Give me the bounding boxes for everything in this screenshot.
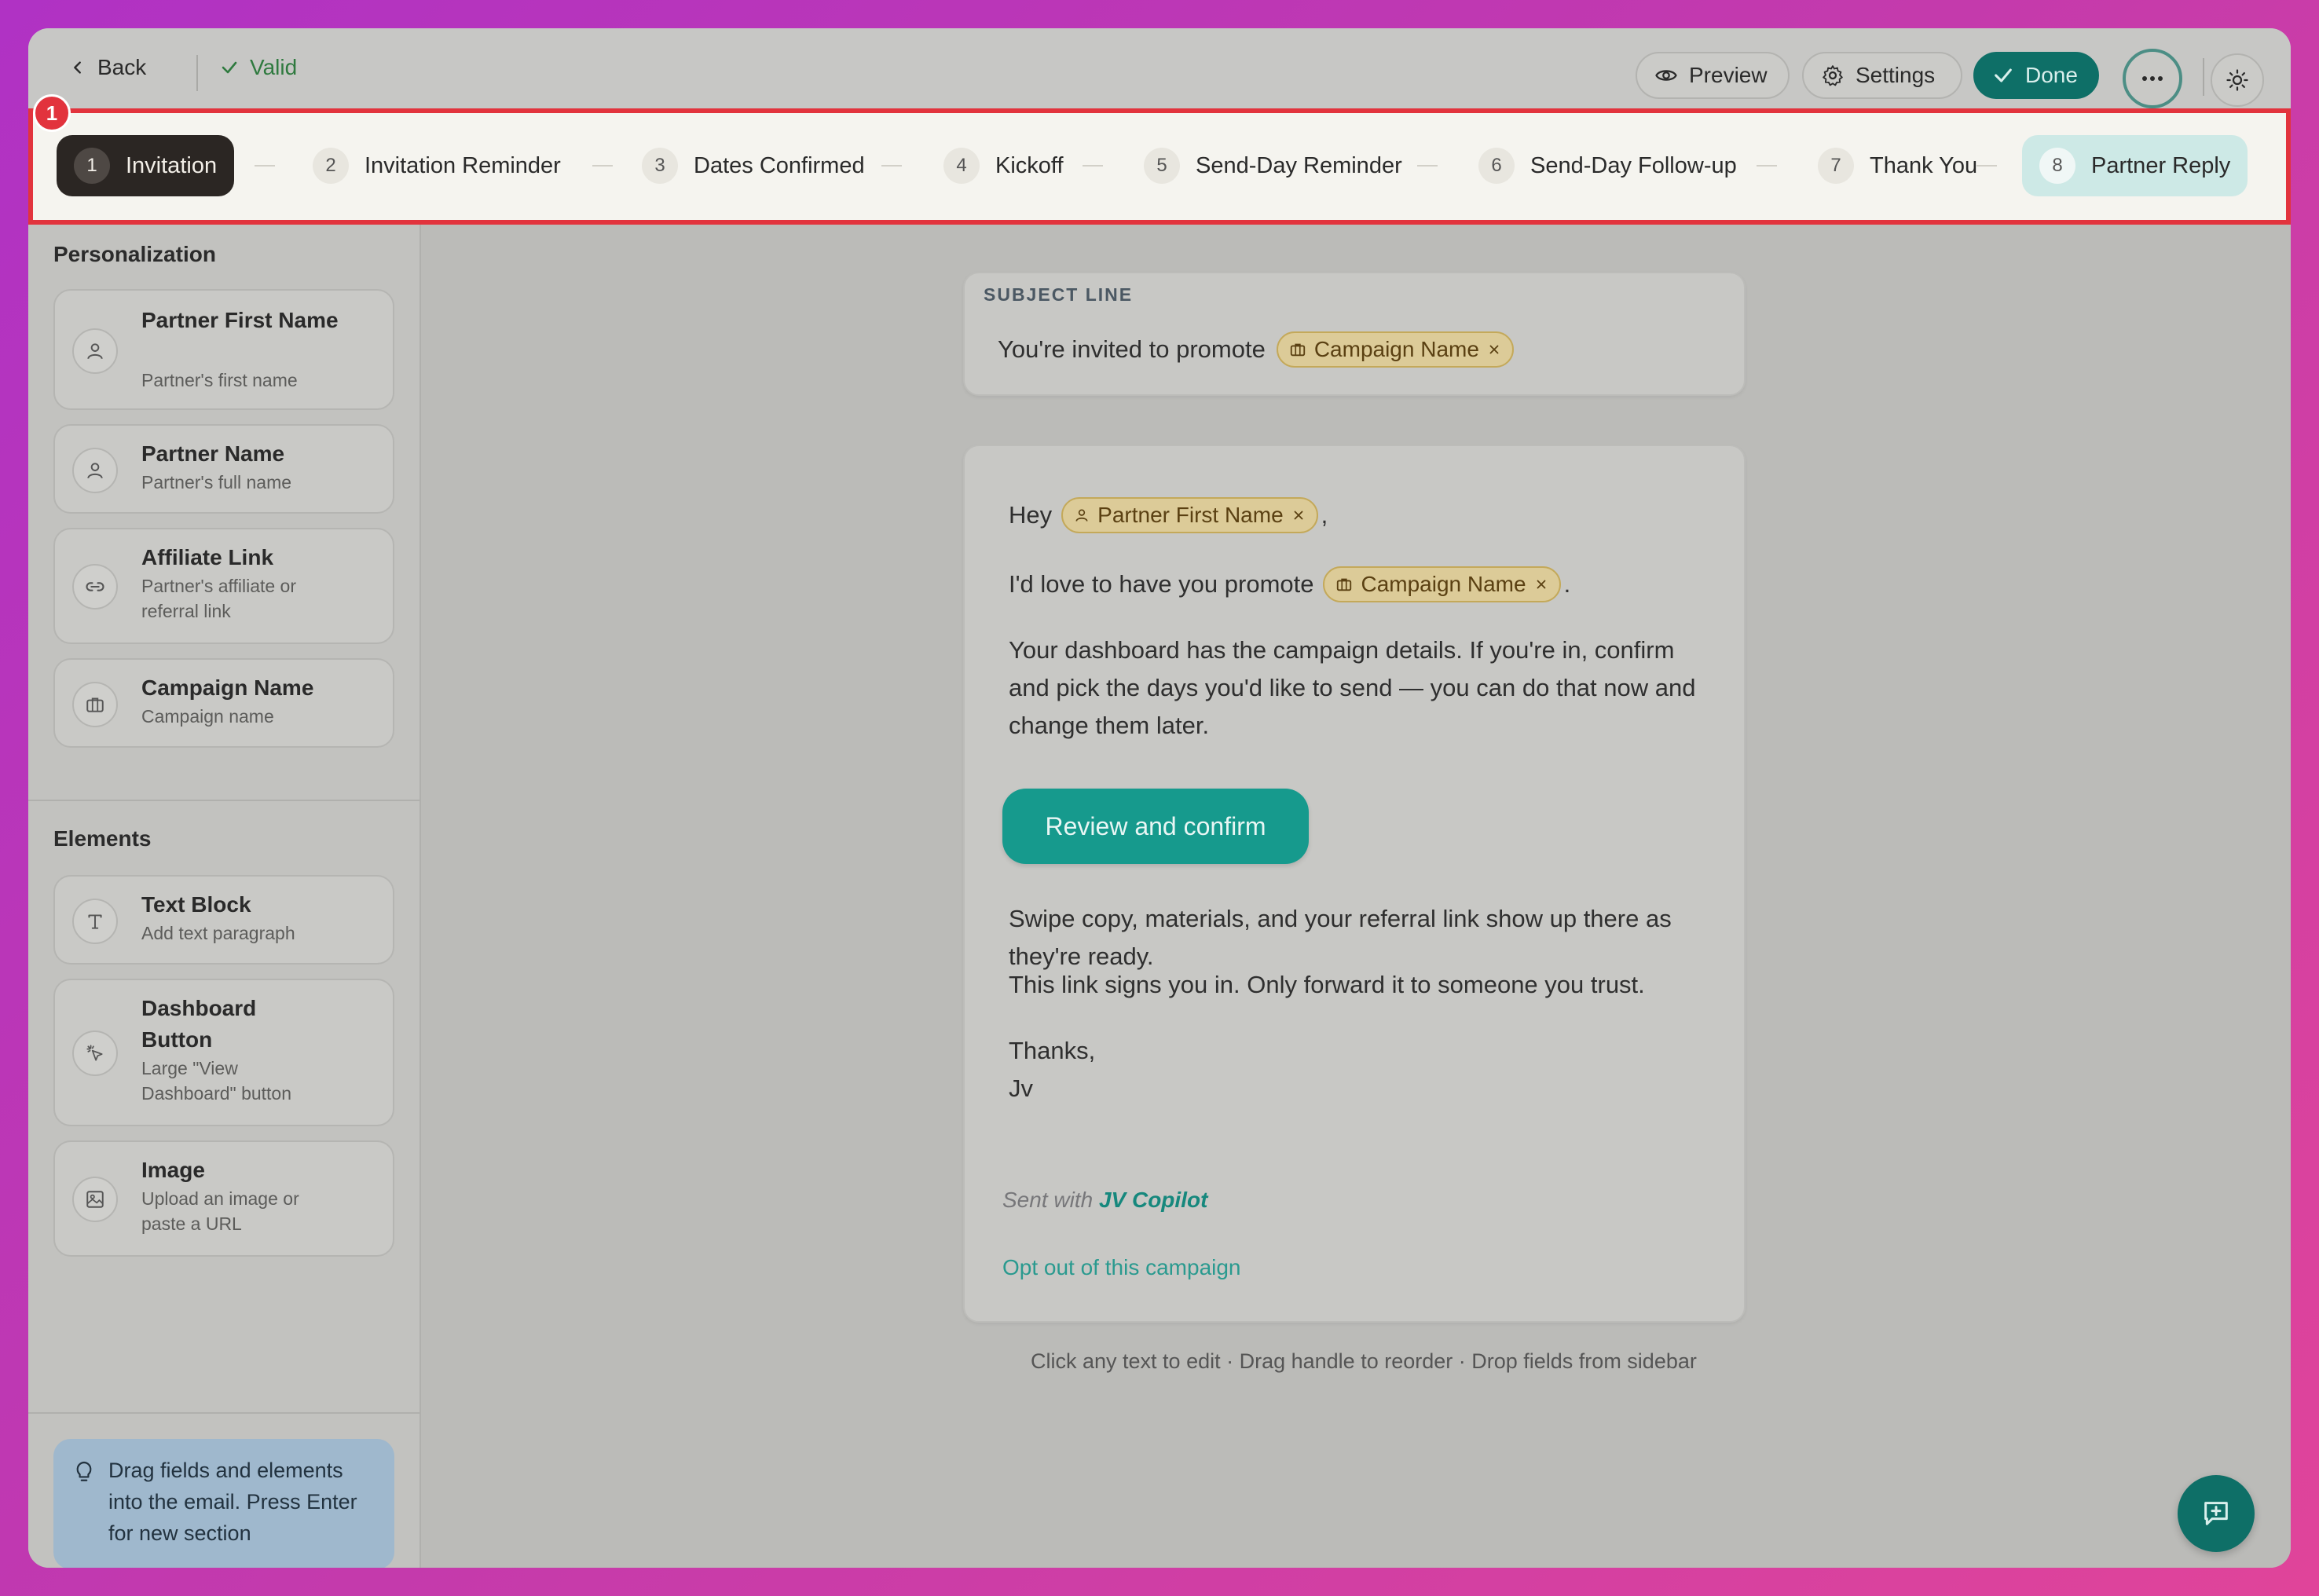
swipe-copy-paragraph[interactable]: Swipe copy, materials, and your referral… [1009,900,1700,976]
field-title: Partner First Name [141,308,339,332]
divider [2203,58,2204,96]
back-label: Back [97,55,147,79]
briefcase-icon [72,682,118,727]
element-title: Image [141,1158,205,1182]
settings-button[interactable]: Settings [1802,52,1962,99]
back-button[interactable]: Back [69,47,146,88]
promote-punctuation: . [1563,570,1571,598]
editor-hint: Click any text to edit · Drag handle to … [1031,1349,1697,1373]
dashboard-paragraph[interactable]: Your dashboard has the campaign details.… [1009,631,1700,745]
app-window: Back Valid Preview Settings Done 1 Invit… [28,28,2291,1568]
done-label: Done [2025,63,2078,87]
signoff-text[interactable]: Thanks, [1009,1032,1700,1070]
element-description: Upload an image or paste a URL [141,1188,299,1234]
greeting-text[interactable]: Hey [1009,496,1052,534]
element-text-block[interactable]: Text Block Add text paragraph [53,875,394,965]
gear-icon [1823,65,1843,86]
subject-line-label: SUBJECT LINE [984,284,1134,305]
divider [28,1412,419,1414]
element-image[interactable]: Image Upload an image or paste a URL [53,1140,394,1257]
close-icon[interactable] [1534,577,1548,591]
check-icon [1995,68,2012,82]
review-and-confirm-button[interactable]: Review and confirm [1002,789,1309,864]
divider [28,800,419,801]
settings-label: Settings [1856,63,1936,87]
field-description: Partner's first name [141,370,298,390]
subject-text[interactable]: You're invited to promote [998,335,1266,364]
field-partner-first-name[interactable]: Partner First Name Partner's first name [53,289,394,410]
message-plus-icon [2204,1502,2228,1525]
sun-icon [2226,69,2248,91]
opt-out-link[interactable]: Opt out of this campaign [1002,1255,1241,1280]
done-button[interactable]: Done [1973,52,2099,99]
chip-label: Campaign Name [1361,572,1526,596]
chevron-left-icon [74,61,81,74]
subject-line-block[interactable]: SUBJECT LINE You're invited to promote C… [963,272,1746,396]
preview-label: Preview [1689,63,1768,87]
field-description: Partner's affiliate or referral link [141,576,297,621]
element-description: Large "View Dashboard" button [141,1058,292,1104]
valid-label: Valid [250,55,298,79]
image-icon [72,1177,118,1222]
greeting-line[interactable]: Hey Partner First Name , [1009,496,1700,534]
text-icon [72,899,118,944]
close-icon[interactable] [1487,342,1501,357]
highlight-outline [28,108,2291,225]
field-description: Partner's full name [141,472,292,492]
feedback-button[interactable] [2178,1475,2255,1552]
annotation-badge: 1 [33,94,71,132]
theme-toggle-button[interactable] [2211,53,2264,107]
field-description: Campaign name [141,706,274,727]
field-title: Partner Name [141,441,285,466]
field-title: Campaign Name [141,675,314,700]
email-canvas: SUBJECT LINE You're invited to promote C… [421,225,2291,1568]
top-bar: Back Valid Preview Settings Done [28,28,2291,112]
email-body: Hey Partner First Name , I'd love to hav… [963,445,1746,1323]
lightbulb-icon [76,1461,92,1481]
tip-box: Drag fields and elements into the email.… [53,1439,394,1568]
sidebar: Personalization Partner First Name Partn… [28,225,421,1568]
field-affiliate-link[interactable]: Affiliate Link Partner's affiliate or re… [53,528,394,644]
chip-label: Partner First Name [1097,503,1284,527]
preview-button[interactable]: Preview [1636,52,1790,99]
link-icon [72,564,118,609]
signature-text[interactable]: Jv [1009,1070,1700,1107]
field-title: Affiliate Link [141,545,274,569]
briefcase-icon [1290,343,1305,357]
divider [196,55,198,91]
valid-status: Valid [220,47,297,88]
promote-line[interactable]: I'd love to have you promote Campaign Na… [1009,566,1700,603]
greeting-punctuation: , [1321,501,1328,529]
field-campaign-name[interactable]: Campaign Name Campaign name [53,658,394,748]
element-dashboard-button[interactable]: Dashboard Button Large "View Dashboard" … [53,979,394,1126]
pointer-click-icon [72,1030,118,1076]
field-partner-name[interactable]: Partner Name Partner's full name [53,424,394,514]
promote-text[interactable]: I'd love to have you promote [1009,566,1313,603]
campaign-name-chip[interactable]: Campaign Name [1276,331,1514,368]
more-horizontal-icon [2142,76,2163,81]
element-title: Text Block [141,892,251,917]
sent-with-text: Sent with [1002,1188,1094,1212]
subject-line[interactable]: You're invited to promote Campaign Name [998,331,1514,368]
check-icon [222,61,237,74]
element-description: Add text paragraph [141,923,295,943]
security-paragraph[interactable]: This link signs you in. Only forward it … [1009,966,1700,1004]
campaign-name-chip[interactable]: Campaign Name [1323,566,1561,602]
user-icon [72,328,118,374]
tip-text: Drag fields and elements into the email.… [108,1459,357,1545]
more-options-button[interactable] [2123,49,2182,108]
element-title: Dashboard Button [141,996,257,1052]
personalization-heading: Personalization [53,242,216,266]
user-icon [72,448,118,493]
brand-link[interactable]: JV Copilot [1099,1188,1207,1212]
briefcase-icon [1337,578,1352,591]
eye-icon [1655,70,1677,81]
close-icon[interactable] [1291,508,1306,522]
chip-label: Campaign Name [1313,337,1479,361]
partner-first-name-chip[interactable]: Partner First Name [1061,497,1318,533]
elements-heading: Elements [53,826,152,851]
user-icon [1075,509,1088,522]
sent-with-footer: Sent with JV Copilot [1002,1188,1207,1213]
